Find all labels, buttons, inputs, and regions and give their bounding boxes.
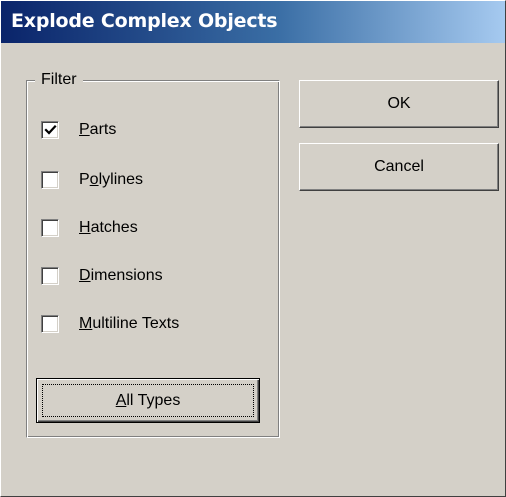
- window-title: Explode Complex Objects: [11, 10, 278, 32]
- parts-checkbox-row[interactable]: Parts: [41, 117, 116, 143]
- title-bar[interactable]: Explode Complex Objects: [1, 1, 505, 43]
- ok-button[interactable]: OK: [299, 80, 499, 128]
- hatches-checkbox-row[interactable]: Hatches: [41, 215, 138, 241]
- dimensions-checkbox-row[interactable]: Dimensions: [41, 263, 163, 289]
- polylines-checkbox[interactable]: [41, 171, 59, 189]
- hatches-checkbox[interactable]: [41, 219, 59, 237]
- hatches-label: Hatches: [79, 219, 138, 236]
- filter-group-label: Filter: [35, 71, 83, 89]
- polylines-label: Polylines: [79, 171, 144, 188]
- dimensions-label: Dimensions: [79, 267, 163, 284]
- cancel-label: Cancel: [374, 158, 424, 175]
- multiline-texts-label: Multiline Texts: [79, 315, 180, 332]
- explode-complex-objects-dialog: Explode Complex Objects Filter Parts Pol…: [0, 0, 506, 497]
- all-types-label: All Types: [115, 391, 181, 409]
- polylines-checkbox-row[interactable]: Polylines: [41, 167, 143, 193]
- ok-label: OK: [387, 95, 411, 112]
- cancel-button[interactable]: Cancel: [299, 143, 499, 191]
- checkmark-icon: [44, 124, 57, 135]
- parts-label: Parts: [79, 121, 117, 138]
- dimensions-checkbox[interactable]: [41, 267, 59, 285]
- multiline-texts-checkbox-row[interactable]: Multiline Texts: [41, 311, 179, 337]
- multiline-texts-checkbox[interactable]: [41, 315, 59, 333]
- all-types-button[interactable]: All Types: [36, 378, 260, 423]
- parts-checkbox[interactable]: [41, 121, 59, 139]
